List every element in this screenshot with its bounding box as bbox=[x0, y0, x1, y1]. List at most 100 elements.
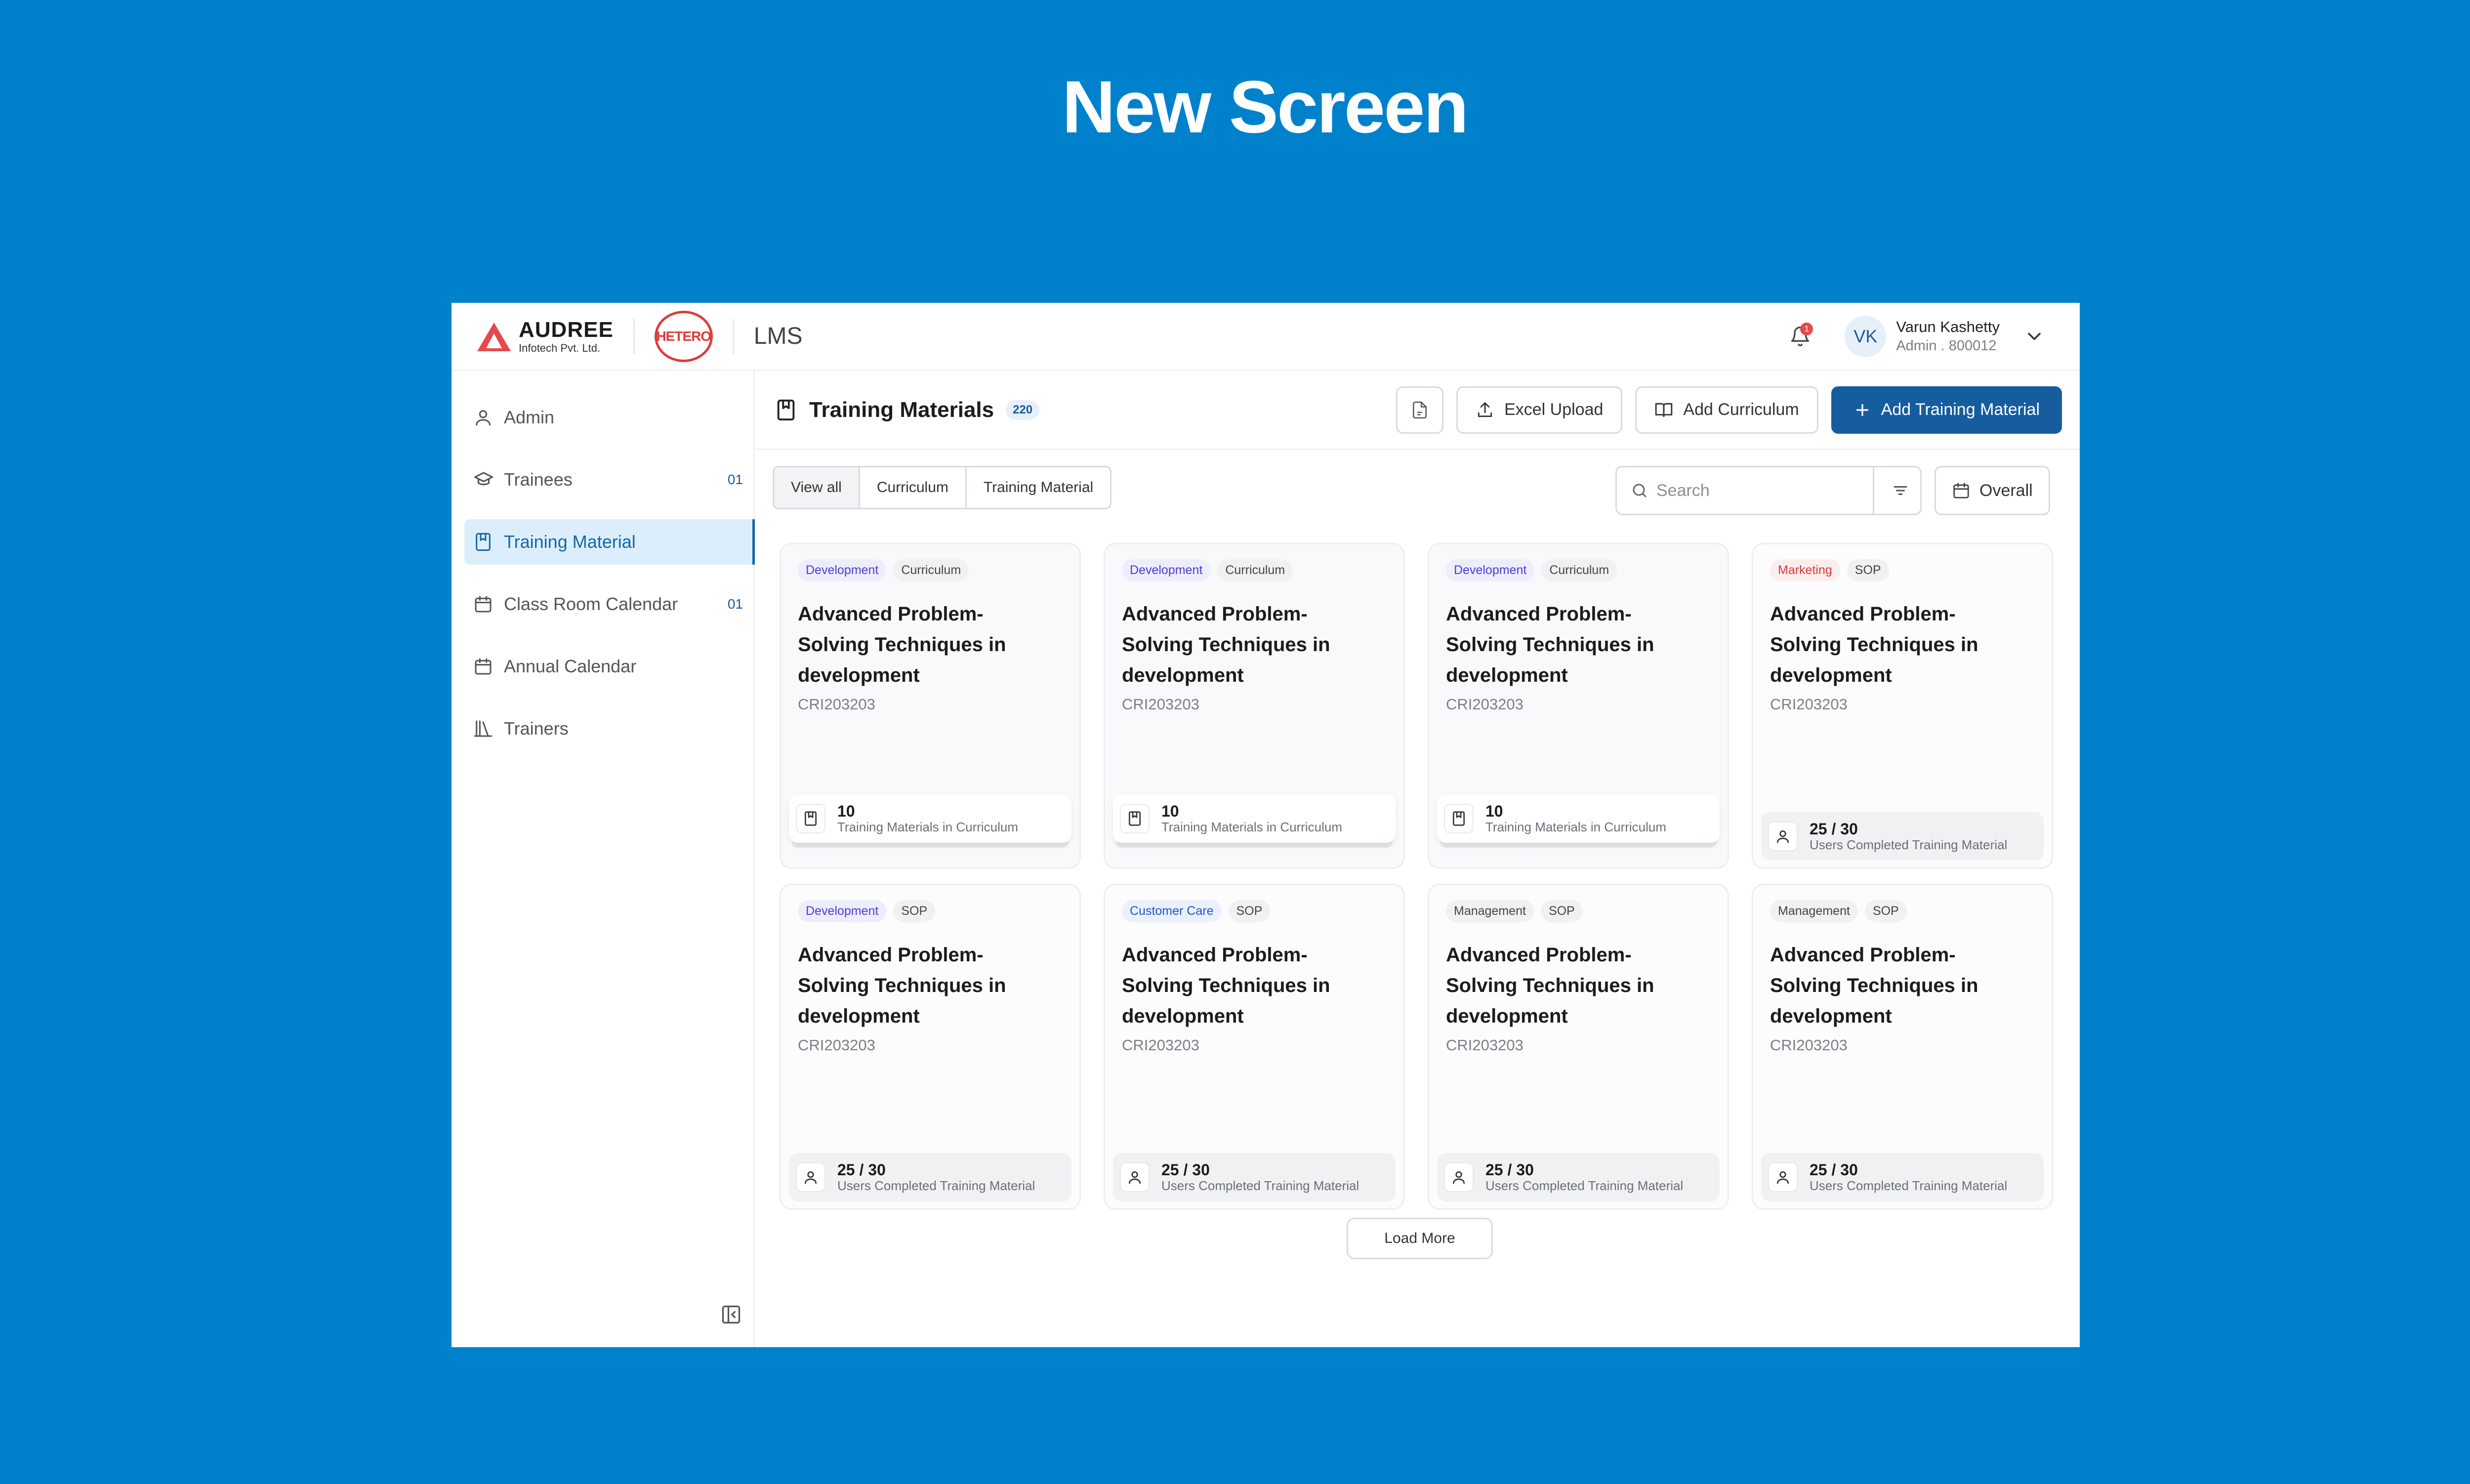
add-curriculum-button[interactable]: Add Curriculum bbox=[1635, 386, 1818, 434]
footer-value: 25 / 30 bbox=[1810, 820, 1858, 838]
add-training-material-label: Add Training Material bbox=[1881, 400, 2040, 419]
sidebar-item-class-room-calendar[interactable]: Class Room Calendar 01 bbox=[464, 581, 755, 627]
open-book-icon bbox=[1655, 403, 1673, 417]
card-title: Advanced Problem-Solving Techniques in d… bbox=[1770, 603, 1978, 686]
card-code: CRI203203 bbox=[798, 696, 875, 713]
card-code: CRI203203 bbox=[1122, 1036, 1199, 1054]
footer-value: 25 / 30 bbox=[1485, 1160, 1534, 1179]
notifications-button[interactable]: 1 bbox=[1785, 322, 1815, 351]
banner-title: New Screen bbox=[1062, 65, 1469, 148]
card-footer: 10 Training Materials in Curriculum bbox=[1113, 794, 1396, 843]
search-icon bbox=[1633, 484, 1647, 497]
add-training-material-button[interactable]: Add Training Material bbox=[1831, 386, 2062, 434]
sidebar-collapse-icon[interactable] bbox=[720, 1304, 742, 1325]
type-tag: SOP bbox=[1847, 559, 1889, 581]
sidebar-item-training-material[interactable]: Training Material bbox=[464, 519, 755, 565]
type-tag: Curriculum bbox=[1217, 559, 1293, 581]
date-range-button[interactable]: Overall bbox=[1935, 466, 2050, 515]
export-pdf-button[interactable] bbox=[1396, 386, 1444, 434]
footer-label: Users Completed Training Material bbox=[1161, 1178, 1359, 1194]
sidebar-item-count: 01 bbox=[727, 472, 743, 487]
material-card[interactable]: Customer Care SOP Advanced Problem-Solvi… bbox=[1104, 884, 1405, 1210]
material-card[interactable]: Development Curriculum Advanced Problem-… bbox=[1428, 543, 1729, 869]
tab-curriculum[interactable]: Curriculum bbox=[860, 467, 967, 508]
footer-value: 10 bbox=[837, 802, 855, 820]
footer-label: Users Completed Training Material bbox=[837, 1178, 1035, 1194]
user-icon bbox=[796, 1162, 825, 1192]
audree-logo-icon bbox=[477, 322, 511, 351]
card-title: Advanced Problem-Solving Techniques in d… bbox=[1122, 944, 1330, 1027]
bookmark-book-icon bbox=[796, 804, 825, 833]
main-content: Training Materials 220 Excel Upload Add … bbox=[755, 371, 2080, 1347]
material-card[interactable]: Marketing SOP Advanced Problem-Solving T… bbox=[1752, 543, 2053, 869]
card-footer: 25 / 30 Users Completed Training Materia… bbox=[1113, 1153, 1396, 1201]
user-icon bbox=[1444, 1162, 1474, 1192]
partner-logo: HETERO bbox=[654, 310, 713, 362]
material-card[interactable]: Development Curriculum Advanced Problem-… bbox=[1104, 543, 1405, 869]
footer-label: Training Materials in Curriculum bbox=[1161, 820, 1343, 835]
excel-upload-button[interactable]: Excel Upload bbox=[1456, 386, 1623, 434]
sidebar-item-count: 01 bbox=[727, 596, 743, 612]
chevron-down-icon[interactable] bbox=[2023, 326, 2045, 347]
footer-label: Users Completed Training Material bbox=[1485, 1178, 1684, 1194]
card-footer: 10 Training Materials in Curriculum bbox=[1437, 794, 1720, 843]
calendar-icon bbox=[473, 656, 494, 677]
calendar-icon bbox=[473, 594, 494, 615]
footer-value: 10 bbox=[1161, 802, 1179, 820]
sidebar-item-label: Annual Calendar bbox=[504, 656, 637, 676]
material-card[interactable]: Development SOP Advanced Problem-Solving… bbox=[780, 884, 1081, 1210]
tab-training-material[interactable]: Training Material bbox=[967, 467, 1110, 508]
type-tag: Curriculum bbox=[893, 559, 969, 581]
type-tag: SOP bbox=[893, 900, 936, 922]
filter-toolbar: View all Curriculum Training Material Ov… bbox=[755, 466, 2080, 515]
app-name: LMS bbox=[753, 323, 803, 349]
user-role: Admin . 800012 bbox=[1896, 337, 1997, 354]
avatar[interactable]: VK bbox=[1845, 315, 1887, 357]
sidebar-item-annual-calendar[interactable]: Annual Calendar bbox=[464, 644, 755, 689]
count-badge: 220 bbox=[1006, 400, 1040, 420]
brand-name: AUDREE bbox=[519, 317, 614, 342]
load-more-button[interactable]: Load More bbox=[1347, 1218, 1493, 1259]
sidebar-item-admin[interactable]: Admin bbox=[464, 395, 755, 440]
card-title: Advanced Problem-Solving Techniques in d… bbox=[1770, 944, 1978, 1027]
sidebar-item-trainers[interactable]: Trainers bbox=[464, 706, 755, 751]
user-icon bbox=[1120, 1162, 1150, 1192]
card-code: CRI203203 bbox=[1770, 696, 1848, 713]
card-title: Advanced Problem-Solving Techniques in d… bbox=[1122, 603, 1330, 686]
material-card[interactable]: Development Curriculum Advanced Problem-… bbox=[780, 543, 1081, 869]
card-code: CRI203203 bbox=[1770, 1036, 1848, 1054]
sidebar-item-trainees[interactable]: Trainees 01 bbox=[464, 457, 755, 502]
top-bar: AUDREE Infotech Pvt. Ltd. HETERO LMS 1 V… bbox=[452, 303, 2080, 371]
filter-lines-icon bbox=[1894, 486, 1907, 495]
card-title: Advanced Problem-Solving Techniques in d… bbox=[798, 944, 1006, 1027]
type-tag: Curriculum bbox=[1541, 559, 1617, 581]
card-title: Advanced Problem-Solving Techniques in d… bbox=[1446, 603, 1654, 686]
card-footer: 25 / 30 Users Completed Training Materia… bbox=[789, 1153, 1071, 1201]
bookmark-book-icon bbox=[473, 532, 494, 552]
card-footer: 25 / 30 Users Completed Training Materia… bbox=[1761, 1153, 2044, 1201]
search-box bbox=[1615, 466, 1922, 515]
material-card[interactable]: Management SOP Advanced Problem-Solving … bbox=[1428, 884, 1729, 1210]
category-tag: Management bbox=[1446, 900, 1534, 922]
footer-value: 25 / 30 bbox=[837, 1160, 886, 1179]
search-input[interactable] bbox=[1656, 481, 1844, 500]
page-title: Training Materials bbox=[809, 397, 994, 422]
footer-label: Users Completed Training Material bbox=[1810, 837, 2008, 853]
card-footer: 25 / 30 Users Completed Training Materia… bbox=[1761, 812, 2044, 861]
sidebar-item-label: Trainees bbox=[504, 469, 573, 490]
date-range-label: Overall bbox=[1979, 481, 2033, 500]
footer-label: Users Completed Training Material bbox=[1810, 1178, 2008, 1194]
bookmark-book-icon bbox=[1444, 804, 1474, 833]
category-tag: Marketing bbox=[1770, 559, 1840, 581]
brand-logo[interactable]: AUDREE Infotech Pvt. Ltd. bbox=[476, 319, 614, 354]
type-tag: SOP bbox=[1540, 900, 1583, 922]
card-title: Advanced Problem-Solving Techniques in d… bbox=[1446, 944, 1654, 1027]
filter-button[interactable] bbox=[1873, 467, 1920, 514]
library-icon bbox=[473, 718, 494, 739]
category-tag: Customer Care bbox=[1122, 900, 1222, 922]
material-card[interactable]: Management SOP Advanced Problem-Solving … bbox=[1752, 884, 2053, 1210]
category-tag: Development bbox=[1122, 559, 1211, 581]
type-tag: SOP bbox=[1228, 900, 1271, 922]
excel-upload-label: Excel Upload bbox=[1504, 400, 1604, 419]
tab-view-all[interactable]: View all bbox=[774, 467, 860, 508]
